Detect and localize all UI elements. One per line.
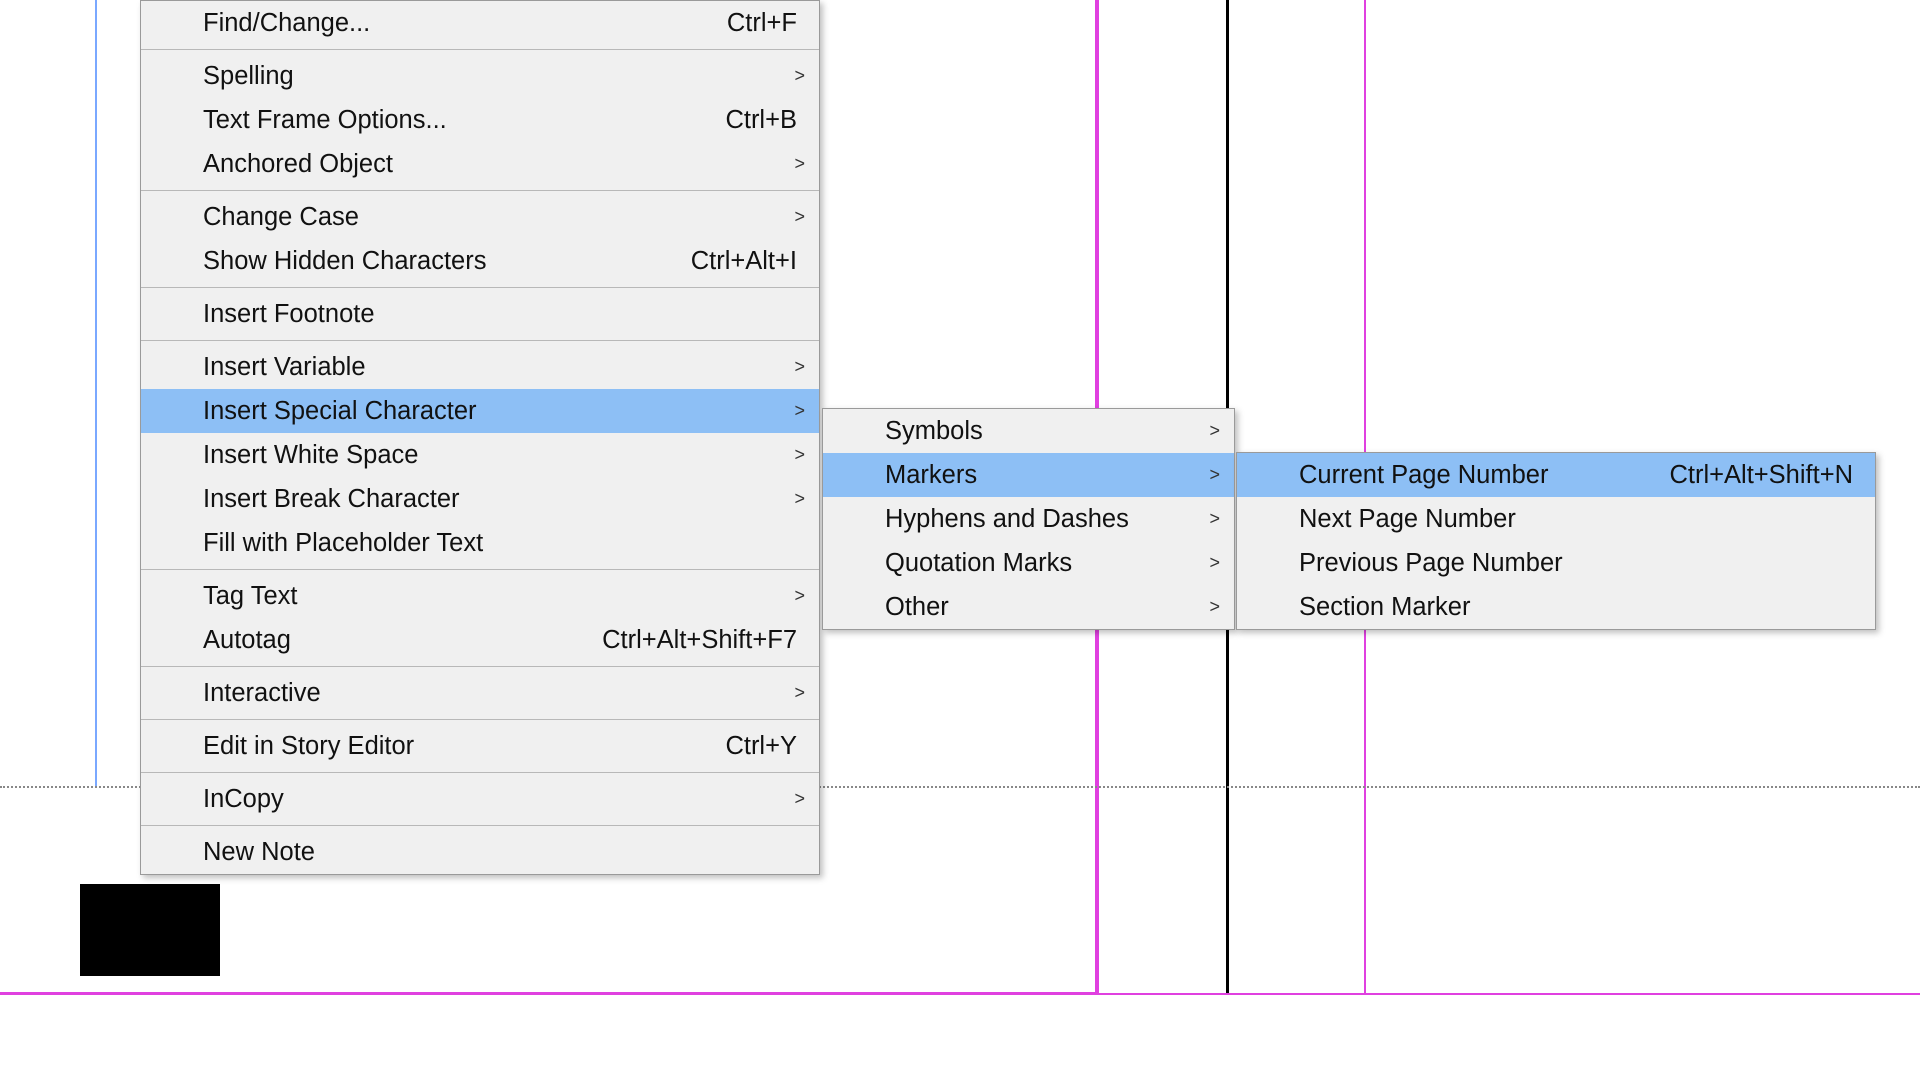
menu-item-label: InCopy: [203, 785, 797, 814]
menu-item-label: Insert Footnote: [203, 300, 797, 329]
menu-item-insert-special-character[interactable]: Insert Special Character>: [141, 389, 819, 433]
menu-item-label: Insert White Space: [203, 441, 797, 470]
menu-item-change-case[interactable]: Change Case>: [141, 195, 819, 239]
menu-item-label: Other: [885, 593, 1212, 622]
menu-item-label: Interactive: [203, 679, 797, 708]
context-menu-type[interactable]: Find/Change...Ctrl+FSpelling>Text Frame …: [140, 0, 820, 875]
menu-separator: [141, 340, 819, 341]
chevron-right-icon: >: [794, 683, 805, 704]
menu-item-label: Previous Page Number: [1299, 549, 1853, 578]
menu-item-label: Markers: [885, 461, 1212, 490]
menu-separator: [141, 190, 819, 191]
page-number-frame[interactable]: [80, 884, 220, 976]
menu-item-current-page-number[interactable]: Current Page Number Ctrl+Alt+Shift+N: [1237, 453, 1875, 497]
menu-item-section-marker[interactable]: Section Marker: [1237, 585, 1875, 629]
menu-item-label: Quotation Marks: [885, 549, 1212, 578]
menu-separator: [141, 287, 819, 288]
menu-item-markers[interactable]: Markers>: [823, 453, 1234, 497]
menu-item-label: Show Hidden Characters: [203, 247, 651, 276]
menu-separator: [141, 666, 819, 667]
menu-item-hyphens-and-dashes[interactable]: Hyphens and Dashes>: [823, 497, 1234, 541]
chevron-right-icon: >: [794, 401, 805, 422]
chevron-right-icon: >: [794, 66, 805, 87]
menu-item-label: Section Marker: [1299, 593, 1853, 622]
menu-item-quotation-marks[interactable]: Quotation Marks>: [823, 541, 1234, 585]
menu-item-shortcut: Ctrl+B: [725, 106, 797, 135]
menu-item-shortcut: Ctrl+F: [727, 9, 797, 38]
chevron-right-icon: >: [794, 445, 805, 466]
menu-item-label: Tag Text: [203, 582, 797, 611]
menu-item-anchored-object[interactable]: Anchored Object>: [141, 142, 819, 186]
menu-item-label: Fill with Placeholder Text: [203, 529, 797, 558]
submenu-insert-special-character[interactable]: Symbols>Markers>Hyphens and Dashes>Quota…: [822, 408, 1235, 630]
menu-separator: [141, 719, 819, 720]
menu-item-label: Current Page Number: [1299, 461, 1629, 490]
menu-item-find-change[interactable]: Find/Change... Ctrl+F: [141, 1, 819, 45]
chevron-right-icon: >: [794, 207, 805, 228]
menu-item-shortcut: Ctrl+Alt+Shift+N: [1669, 461, 1853, 490]
menu-item-new-note[interactable]: New Note: [141, 830, 819, 874]
chevron-right-icon: >: [1209, 553, 1220, 574]
menu-item-label: Insert Variable: [203, 353, 797, 382]
menu-item-spelling[interactable]: Spelling>: [141, 54, 819, 98]
menu-item-edit-in-story-editor[interactable]: Edit in Story Editor Ctrl+Y: [141, 724, 819, 768]
menu-item-tag-text[interactable]: Tag Text>: [141, 574, 819, 618]
menu-item-shortcut: Ctrl+Alt+Shift+F7: [602, 626, 797, 655]
menu-item-label: Insert Break Character: [203, 485, 797, 514]
chevron-right-icon: >: [1209, 509, 1220, 530]
menu-item-other[interactable]: Other>: [823, 585, 1234, 629]
menu-item-label: Insert Special Character: [203, 397, 797, 426]
chevron-right-icon: >: [794, 357, 805, 378]
chevron-right-icon: >: [794, 154, 805, 175]
menu-separator: [141, 772, 819, 773]
chevron-right-icon: >: [1209, 421, 1220, 442]
menu-separator: [141, 569, 819, 570]
chevron-right-icon: >: [794, 789, 805, 810]
chevron-right-icon: >: [794, 586, 805, 607]
chevron-right-icon: >: [1209, 465, 1220, 486]
menu-item-label: Hyphens and Dashes: [885, 505, 1212, 534]
menu-item-label: Change Case: [203, 203, 797, 232]
menu-item-label: Anchored Object: [203, 150, 797, 179]
menu-item-text-frame-options[interactable]: Text Frame Options... Ctrl+B: [141, 98, 819, 142]
menu-item-label: Find/Change...: [203, 9, 687, 38]
menu-item-interactive[interactable]: Interactive>: [141, 671, 819, 715]
menu-item-shortcut: Ctrl+Y: [725, 732, 797, 761]
menu-item-shortcut: Ctrl+Alt+I: [691, 247, 797, 276]
page-bottom-border: [0, 993, 1920, 995]
menu-separator: [141, 49, 819, 50]
menu-item-label: New Note: [203, 838, 797, 867]
menu-item-show-hidden-characters[interactable]: Show Hidden Characters Ctrl+Alt+I: [141, 239, 819, 283]
menu-item-insert-break-character[interactable]: Insert Break Character>: [141, 477, 819, 521]
menu-item-label: Next Page Number: [1299, 505, 1853, 534]
menu-item-fill-with-placeholder-text[interactable]: Fill with Placeholder Text: [141, 521, 819, 565]
menu-item-symbols[interactable]: Symbols>: [823, 409, 1234, 453]
menu-item-previous-page-number[interactable]: Previous Page Number: [1237, 541, 1875, 585]
menu-item-insert-variable[interactable]: Insert Variable>: [141, 345, 819, 389]
chevron-right-icon: >: [794, 489, 805, 510]
menu-item-label: Autotag: [203, 626, 562, 655]
submenu-markers[interactable]: Current Page Number Ctrl+Alt+Shift+N Next …: [1236, 452, 1876, 630]
menu-item-label: Text Frame Options...: [203, 106, 685, 135]
menu-item-label: Spelling: [203, 62, 797, 91]
menu-item-insert-white-space[interactable]: Insert White Space>: [141, 433, 819, 477]
menu-item-incopy[interactable]: InCopy>: [141, 777, 819, 821]
chevron-right-icon: >: [1209, 597, 1220, 618]
menu-item-label: Edit in Story Editor: [203, 732, 685, 761]
menu-item-autotag[interactable]: Autotag Ctrl+Alt+Shift+F7: [141, 618, 819, 662]
menu-item-label: Symbols: [885, 417, 1212, 446]
menu-separator: [141, 825, 819, 826]
menu-item-insert-footnote[interactable]: Insert Footnote: [141, 292, 819, 336]
menu-item-next-page-number[interactable]: Next Page Number: [1237, 497, 1875, 541]
